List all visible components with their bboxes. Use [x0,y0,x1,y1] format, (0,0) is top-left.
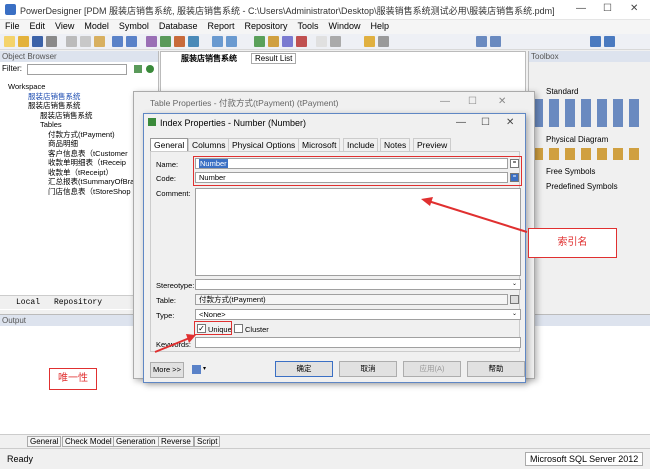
unique-arrowhead [186,334,196,343]
index-name-arrow [424,199,528,233]
annotation-unique: 唯一性 [49,368,97,390]
index-name-arrowhead [421,197,433,206]
annotation-index-name: 索引名 [528,228,617,258]
unique-arrow [154,336,193,353]
